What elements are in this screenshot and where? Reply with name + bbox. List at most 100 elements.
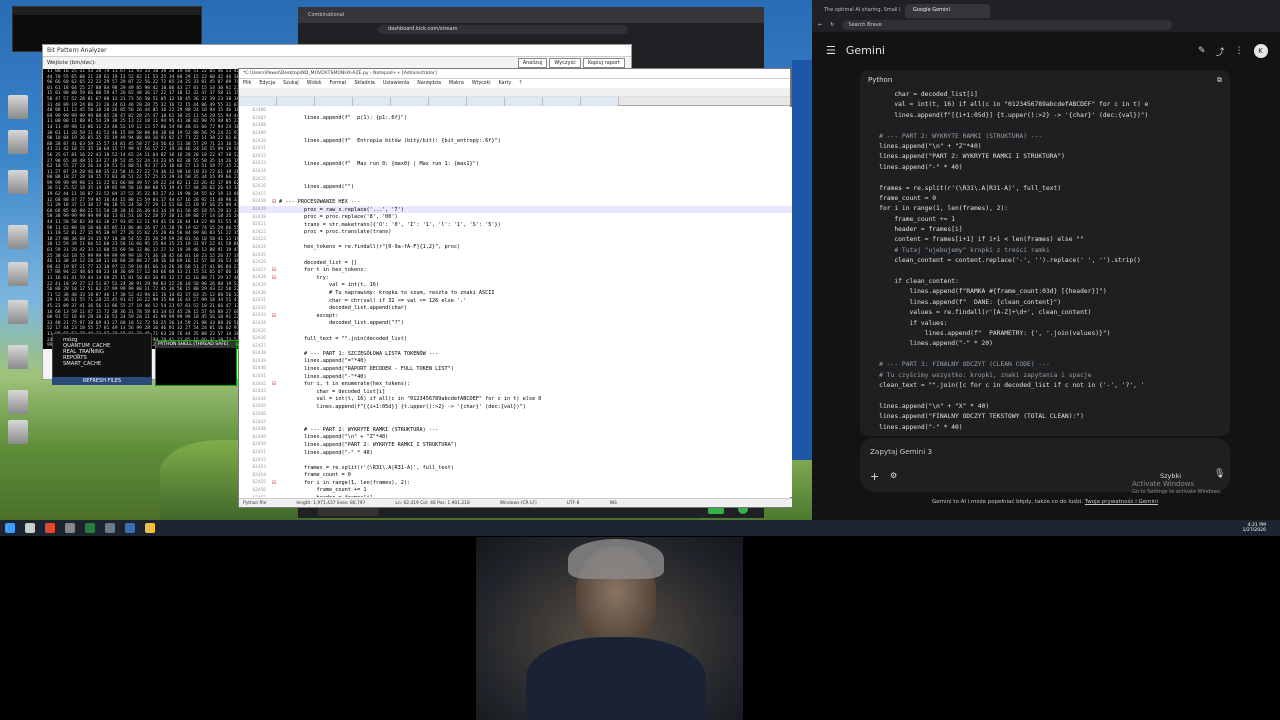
fold-marker[interactable]: ⊟	[269, 275, 279, 281]
code-line[interactable]: 62418 ⊟ # --- PROCESOWANIE HEX ---	[239, 198, 792, 206]
tools-icon[interactable]: ⚙	[890, 471, 897, 480]
desktop-icon[interactable]	[8, 390, 28, 414]
copy-code-icon[interactable]: ⧉	[1217, 76, 1222, 85]
desktop-icon[interactable]	[8, 95, 28, 119]
code-line[interactable]: 62439 lines.append("="*40)	[239, 358, 792, 366]
code-line[interactable]: 62411	[239, 145, 792, 153]
analyze-button[interactable]: Analizuj	[517, 58, 548, 68]
code-line[interactable]: 62427 ⊟ for t in hex_tokens:	[239, 266, 792, 274]
code-line[interactable]: 62407 lines.append(f" p(1): {p1:.6f}")	[239, 115, 792, 123]
fold-marker[interactable]: ⊟	[269, 199, 279, 205]
file-tab[interactable]	[391, 97, 429, 106]
menu-item[interactable]: Edycja	[259, 81, 275, 86]
taskbar-app-icon[interactable]	[125, 523, 135, 533]
brave-icon[interactable]	[45, 523, 55, 533]
code-line[interactable]: 62449 lines.append("\n" + "Z"*40)	[239, 434, 792, 442]
menu-item[interactable]: Plik	[243, 81, 251, 86]
start-icon[interactable]	[5, 523, 15, 533]
code-line[interactable]: 62406	[239, 107, 792, 115]
code-line[interactable]: 62413 lines.append(f" Max run 0: {max0} …	[239, 160, 792, 168]
fold-marker[interactable]: ⊟	[269, 267, 279, 273]
code-line[interactable]: 62409	[239, 130, 792, 138]
code-line[interactable]: 62425	[239, 251, 792, 259]
code-line[interactable]: 62414	[239, 168, 792, 176]
code-line[interactable]: 62448 # --- PART 2: WYKRYTE RAMKI (STRUK…	[239, 426, 792, 434]
code-line[interactable]: 62455 ⊟ for i in range(1, len(frames), 2)…	[239, 479, 792, 487]
reload-icon[interactable]: ↻	[830, 22, 834, 28]
file-tab[interactable]	[581, 97, 619, 106]
menu-item[interactable]: Karty	[499, 81, 512, 86]
code-line[interactable]: 62437	[239, 342, 792, 350]
menu-item[interactable]: ?	[519, 81, 522, 86]
taskbar-app-icon[interactable]	[65, 523, 75, 533]
menu-item[interactable]: Składnia	[354, 81, 374, 86]
code-line[interactable]: 62450 lines.append("PART 2: WYKRYTE RAMK…	[239, 441, 792, 449]
menu-icon[interactable]: ☰	[826, 44, 836, 57]
desktop-icon[interactable]	[8, 420, 28, 444]
avatar[interactable]: K	[1253, 44, 1268, 58]
code-line[interactable]: 62454 frame_count = 0	[239, 472, 792, 480]
code-line[interactable]: 62416 lines.append("")	[239, 183, 792, 191]
desktop-icon[interactable]	[8, 345, 28, 369]
clear-button[interactable]: Wyczyść	[549, 58, 581, 68]
code-line[interactable]: 62410 lines.append(f" Entropia bitów (bi…	[239, 137, 792, 145]
add-icon[interactable]: +	[870, 470, 879, 483]
code-line[interactable]: 62428 ⊟ try:	[239, 274, 792, 282]
code-line[interactable]: 62417	[239, 191, 792, 199]
prompt-input[interactable]: Zapytaj Gemini 3	[870, 447, 932, 456]
code-line[interactable]: 62457 header = frames[i]	[239, 494, 792, 497]
share-icon[interactable]: ⤴	[1216, 45, 1225, 58]
code-line[interactable]: 62447	[239, 418, 792, 426]
hex-dump-area[interactable]: 11 00 16 25 11 53 20 74 11 67 12 93 33 1…	[43, 69, 241, 349]
clock-date[interactable]: 1/27/2026	[1242, 528, 1266, 533]
code-line[interactable]: 62452	[239, 456, 792, 464]
browser-tab[interactable]: The optimal AI sharing, Small large pr	[816, 4, 901, 18]
code-line[interactable]: 62432 decoded_list.append(char)	[239, 304, 792, 312]
fold-marker[interactable]: ⊟	[269, 381, 279, 387]
file-tab[interactable]	[543, 97, 581, 106]
notepad-toolbar[interactable]	[239, 88, 790, 97]
menu-item[interactable]: Wtyczki	[472, 81, 491, 86]
menu-item[interactable]: Ustawienia	[383, 81, 409, 86]
code-line[interactable]: 62426 decoded_list = []	[239, 259, 792, 267]
folder-icon[interactable]	[145, 523, 155, 533]
address-bar[interactable]: Search Brave	[842, 20, 1173, 30]
back-icon[interactable]: ←	[818, 22, 822, 28]
browser-tab-active[interactable]: Google Gemini	[905, 4, 990, 18]
menu-item[interactable]: Makra	[449, 81, 464, 86]
code-line[interactable]: 62424 hex_tokens = re.findall(r"[0-9a-fA…	[239, 244, 792, 252]
privacy-link[interactable]: Twoja prywatność i Gemini	[1085, 499, 1158, 505]
code-line[interactable]: 62422 proc = proc.translate(trans)	[239, 229, 792, 237]
code-line[interactable]: 62420 proc = proc.replace('8', '00')	[239, 213, 792, 221]
desktop-icon[interactable]	[8, 170, 28, 194]
code-editor[interactable]: 62406 62407 lines.append(f" p(1): {p1:.6f…	[239, 107, 792, 497]
notepad-plus-window[interactable]: *C:\Users\Pawel\Desktop\ND_MOVO\ITSMONHX…	[238, 68, 792, 508]
tree-item[interactable]: SMART_CACHE	[59, 361, 145, 367]
code-line[interactable]: 62434 decoded_list.append("?")	[239, 320, 792, 328]
menu-item[interactable]: Szukaj	[283, 81, 299, 86]
file-tab[interactable]	[239, 97, 277, 106]
code-line[interactable]: 62451 lines.append("-" * 40)	[239, 449, 792, 457]
desktop-icon[interactable]	[8, 262, 28, 286]
code-line[interactable]: 62445 lines.append(f"[{i+1:05d}] {t.uppe…	[239, 403, 792, 411]
code-line[interactable]: 62440 lines.append("RAPORT DECODER - FUL…	[239, 365, 792, 373]
menu-item[interactable]: Widok	[307, 81, 322, 86]
python-shell[interactable]: PYTHON SHELL [THREAD SAFE]	[155, 340, 237, 386]
code-line[interactable]: 62415	[239, 175, 792, 183]
code-line[interactable]: 62431 char = chr(val) if 32 <= val <= 12…	[239, 297, 792, 305]
taskbar-app-icon[interactable]	[105, 523, 115, 533]
code-line[interactable]: 62443 char = decoded_list[i]	[239, 388, 792, 396]
file-tab[interactable]	[505, 97, 543, 106]
menu-item[interactable]: Narzędzia	[417, 81, 441, 86]
code-line[interactable]: 62441 lines.append("-"*40)	[239, 373, 792, 381]
browser-tab[interactable]: Combinational	[308, 12, 368, 18]
file-tab[interactable]	[315, 97, 353, 106]
taskbar-app-icon[interactable]	[85, 523, 95, 533]
gemini-browser-window[interactable]: The optimal AI sharing, Small large pr G…	[812, 0, 1280, 520]
file-tab[interactable]	[429, 97, 467, 106]
file-tab[interactable]	[353, 97, 391, 106]
fold-marker[interactable]: ⊟	[269, 313, 279, 319]
code-line[interactable]: 62421 trans = str.maketrans({'O': '0', '…	[239, 221, 792, 229]
code-line[interactable]: 62453 frames = re.split(r'(\R31\.A|R31-A…	[239, 464, 792, 472]
copy-report-button[interactable]: Kopiuj raport	[582, 58, 625, 68]
